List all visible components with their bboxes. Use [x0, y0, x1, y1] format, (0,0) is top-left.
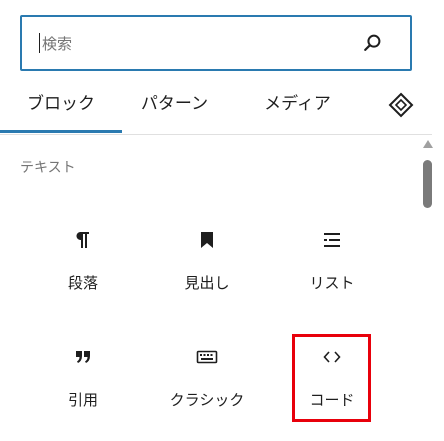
search-box[interactable] — [20, 15, 412, 71]
block-paragraph[interactable]: 段落 — [23, 228, 143, 324]
block-label: リスト — [309, 274, 355, 292]
block-list[interactable]: リスト — [272, 228, 392, 324]
tab-patterns[interactable]: パターン — [122, 80, 227, 132]
block-label: クラシック — [169, 391, 245, 409]
scroll-thumb[interactable] — [423, 160, 432, 208]
scrollbar[interactable] — [418, 135, 438, 428]
quote-icon — [76, 351, 90, 363]
block-label: 見出し — [184, 274, 230, 292]
block-label: 段落 — [67, 274, 98, 292]
keyboard-icon — [196, 350, 218, 364]
category-title: テキスト — [20, 160, 76, 176]
block-quote[interactable]: 引用 — [23, 345, 143, 441]
search-input[interactable] — [40, 17, 364, 71]
text-caret — [39, 33, 40, 53]
search-icon[interactable] — [362, 32, 384, 54]
scroll-up-arrow-icon[interactable] — [423, 140, 433, 148]
tab-media[interactable]: メディア — [250, 80, 345, 132]
tab-blocks[interactable]: ブロック — [0, 80, 122, 132]
block-default-icon[interactable] — [386, 90, 416, 120]
block-classic[interactable]: クラシック — [147, 345, 267, 441]
block-label: 引用 — [67, 391, 98, 409]
highlight-box — [292, 334, 371, 422]
block-heading[interactable]: 見出し — [147, 228, 267, 324]
list-icon — [324, 233, 340, 247]
inserter-tabs: ブロック パターン メディア — [0, 80, 432, 135]
tab-active-indicator — [0, 130, 122, 133]
paragraph-icon — [76, 232, 89, 248]
heading-bookmark-icon — [201, 232, 213, 248]
